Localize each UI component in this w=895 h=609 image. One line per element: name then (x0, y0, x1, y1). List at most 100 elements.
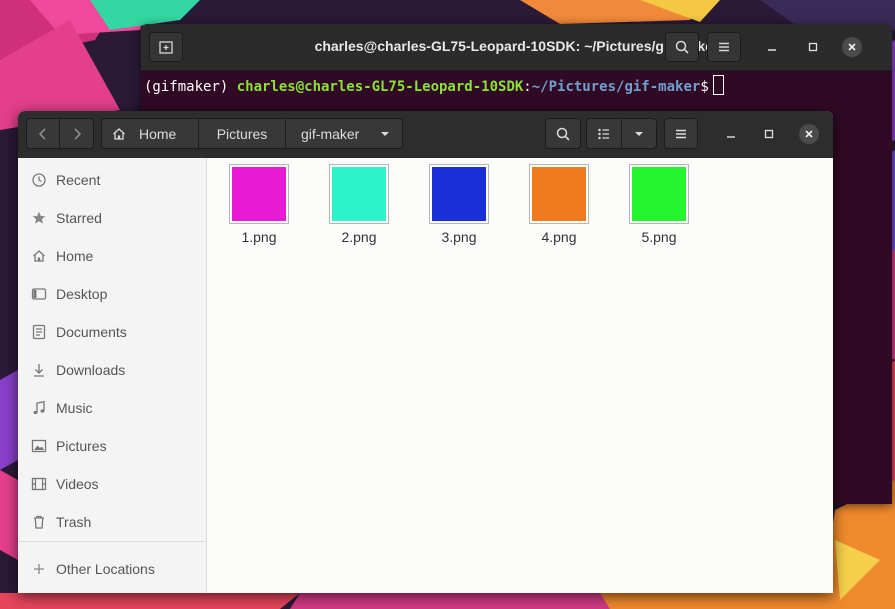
sidebar-item-videos[interactable]: Videos (18, 465, 206, 503)
breadcrumb-gif-maker[interactable]: gif-maker (285, 118, 403, 149)
breadcrumb-home[interactable]: Home (101, 118, 199, 149)
film-icon (31, 476, 47, 492)
file-name: 5.png (641, 229, 677, 245)
back-button[interactable] (26, 118, 60, 149)
sidebar-item-documents[interactable]: Documents (18, 313, 206, 351)
file-thumbnail (229, 164, 289, 224)
desktop-icon (31, 286, 47, 302)
search-icon (675, 40, 689, 54)
breadcrumb-gif-maker-label: gif-maker (301, 125, 360, 142)
chevron-left-icon (39, 128, 46, 139)
file-item[interactable]: 1.png (214, 164, 304, 245)
files-search-button[interactable] (545, 118, 581, 149)
file-thumbnail (329, 164, 389, 224)
files-minimize-button[interactable] (721, 124, 741, 144)
prompt-env: (gifmaker) (144, 79, 237, 95)
view-options-button[interactable] (621, 118, 657, 149)
sidebar-item-starred[interactable]: Starred (18, 199, 206, 237)
sidebar-item-label: Recent (56, 172, 101, 188)
clock-icon (31, 172, 47, 188)
file-name: 4.png (541, 229, 577, 245)
file-name: 3.png (441, 229, 477, 245)
sidebar-item-label: Home (56, 248, 94, 264)
sidebar-item-label: Trash (56, 514, 92, 530)
list-view-icon (598, 128, 609, 139)
terminal-close-button[interactable] (842, 37, 862, 57)
maximize-icon (764, 129, 774, 139)
file-item[interactable]: 2.png (314, 164, 404, 245)
sidebar-item-pictures[interactable]: Pictures (18, 427, 206, 465)
sidebar-item-downloads[interactable]: Downloads (18, 351, 206, 389)
sidebar-item-label: Desktop (56, 286, 108, 302)
breadcrumb-pictures-label: Pictures (216, 125, 268, 142)
prompt-symbol: $ (700, 79, 709, 95)
files-menu-button[interactable] (664, 118, 698, 149)
maximize-icon (808, 42, 818, 52)
sidebar-item-other-locations[interactable]: Other Locations (18, 550, 206, 588)
file-item[interactable]: 3.png (414, 164, 504, 245)
file-thumbnail (529, 164, 589, 224)
sidebar-divider (18, 541, 206, 542)
document-icon (31, 324, 47, 340)
file-item[interactable]: 5.png (614, 164, 704, 245)
sidebar-item-label: Other Locations (56, 561, 155, 577)
sidebar-item-label: Downloads (56, 362, 126, 378)
file-thumbnail (429, 164, 489, 224)
caret-down-icon (635, 131, 643, 136)
terminal-menu-button[interactable] (707, 32, 741, 62)
plus-icon (31, 561, 47, 577)
sidebar-item-trash[interactable]: Trash (18, 503, 206, 541)
sidebar-item-desktop[interactable]: Desktop (18, 275, 206, 313)
terminal-cursor (712, 75, 724, 95)
sidebar-item-recent[interactable]: Recent (18, 161, 206, 199)
file-thumbnail (629, 164, 689, 224)
terminal-headerbar[interactable]: charles@charles-GL75-Leopard-10SDK: ~/Pi… (141, 24, 892, 71)
sidebar-item-home[interactable]: Home (18, 237, 206, 275)
terminal-output[interactable]: (gifmaker) charles@charles-GL75-Leopard-… (141, 71, 892, 99)
files-headerbar[interactable]: Home Pictures gif-maker (18, 111, 833, 159)
sidebar-item-label: Pictures (56, 438, 107, 454)
thumbnail-swatch (532, 167, 586, 221)
file-name: 2.png (341, 229, 377, 245)
hamburger-menu-icon (719, 42, 729, 52)
thumbnail-swatch (632, 167, 686, 221)
files-close-button[interactable] (799, 124, 819, 144)
home-icon (31, 248, 47, 264)
hamburger-menu-icon (676, 129, 686, 138)
sidebar-item-music[interactable]: Music (18, 389, 206, 427)
download-icon (31, 362, 47, 378)
breadcrumb-pictures[interactable]: Pictures (198, 118, 286, 149)
trash-icon (31, 514, 47, 530)
prompt-user: charles@charles-GL75-Leopard-10SDK (236, 79, 524, 95)
sidebar-item-label: Starred (56, 210, 102, 226)
file-view[interactable]: 1.png 2.png 3.png 4.png 5.png (207, 158, 833, 593)
home-icon (113, 127, 125, 140)
terminal-maximize-button[interactable] (803, 37, 823, 57)
picture-icon (31, 438, 47, 454)
prompt-colon: : (523, 79, 532, 95)
sidebar-item-label: Documents (56, 324, 127, 340)
search-icon (556, 127, 570, 141)
files-maximize-button[interactable] (759, 124, 779, 144)
minimize-icon (768, 49, 776, 51)
terminal-search-button[interactable] (665, 32, 699, 62)
terminal-minimize-button[interactable] (762, 37, 782, 57)
star-icon (31, 210, 47, 226)
forward-button[interactable] (59, 118, 94, 149)
close-icon (848, 43, 856, 51)
sidebar-item-label: Music (56, 400, 93, 416)
file-item[interactable]: 4.png (514, 164, 604, 245)
list-view-button[interactable] (586, 118, 622, 149)
thumbnail-swatch (232, 167, 286, 221)
thumbnail-swatch (432, 167, 486, 221)
sidebar-item-label: Videos (56, 476, 99, 492)
close-icon (805, 130, 813, 138)
caret-down-icon (381, 131, 389, 136)
minimize-icon (727, 136, 735, 138)
breadcrumb-home-label: Home (139, 125, 177, 142)
prompt-path: ~/Pictures/gif-maker (531, 79, 701, 95)
places-sidebar: Recent Starred Home Desktop Documents Do… (18, 158, 207, 593)
file-name: 1.png (241, 229, 277, 245)
files-window[interactable]: Home Pictures gif-maker Recent Starred H… (18, 111, 833, 593)
chevron-right-icon (74, 128, 81, 139)
